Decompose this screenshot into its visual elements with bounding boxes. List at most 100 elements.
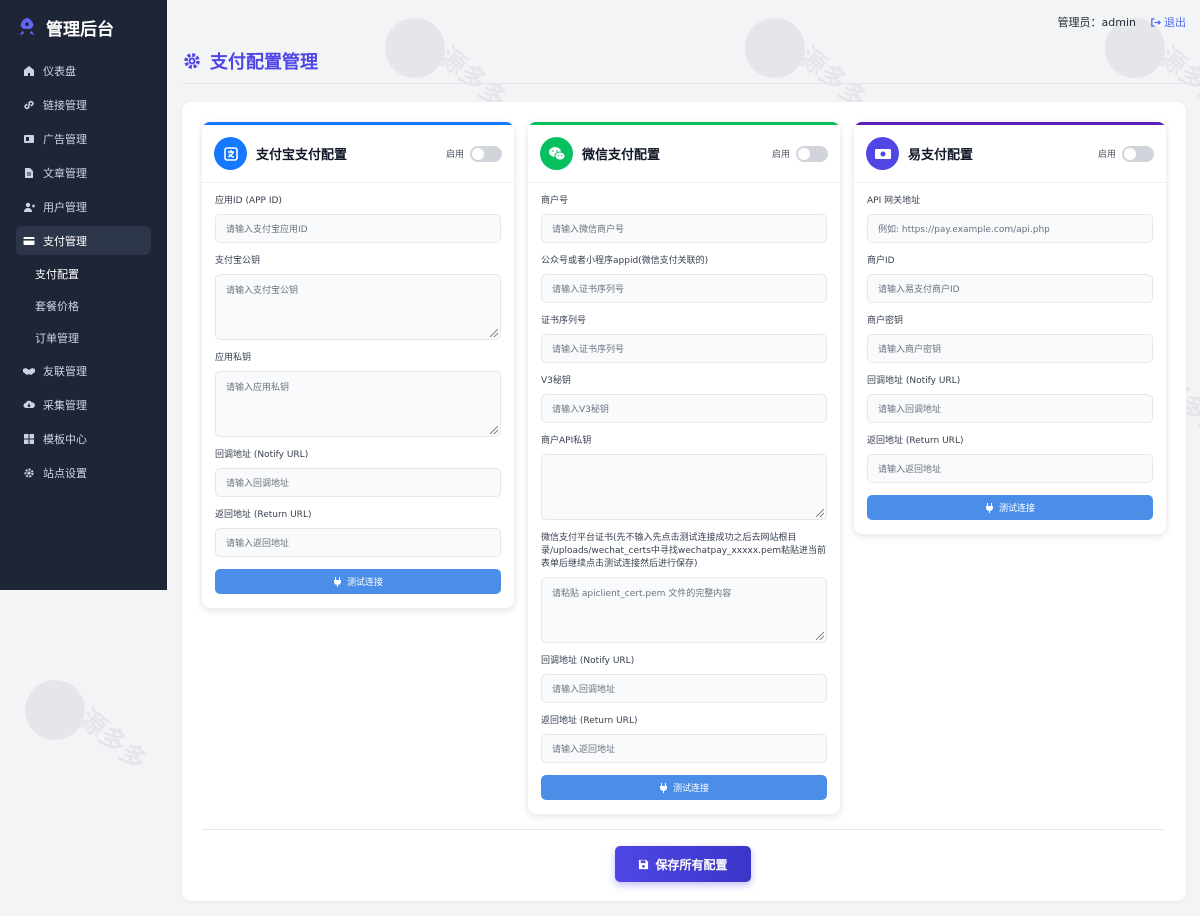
field-label: 微信支付平台证书(先不输入先点击测试连接成功之后去网站根目录/uploads/w… xyxy=(541,533,827,569)
sidebar-subitem-plan-price[interactable]: 套餐价格 xyxy=(0,290,167,322)
return-url-field: 返回地址 (Return URL) 请输入返回地址 xyxy=(541,715,827,763)
watermark: 源多多 xyxy=(25,680,205,790)
sidebar-item-label: 友联管理 xyxy=(43,365,87,378)
save-icon xyxy=(639,859,649,869)
sidebar-item-friendlinks[interactable]: 友联管理 xyxy=(0,354,167,388)
field-label: API 网关地址 xyxy=(867,196,921,206)
test-connection-button[interactable]: 测试连接 xyxy=(541,775,827,800)
placeholder-text: 请输入应用私钥 xyxy=(226,383,290,393)
sidebar-item-label: 采集管理 xyxy=(43,399,87,412)
merchant-id-field: 商户ID 请输入易支付商户ID xyxy=(867,255,1153,303)
field-label: V3秘钥 xyxy=(541,376,571,386)
resize-grip-icon[interactable] xyxy=(490,426,498,434)
return-url-field: 返回地址 (Return URL) 请输入返回地址 xyxy=(867,435,1153,483)
gateway-url-input[interactable]: 例如: https://pay.example.com/api.php xyxy=(867,214,1153,243)
notify-url-input[interactable]: 请输入回调地址 xyxy=(215,468,501,497)
sidebar-item-settings[interactable]: 站点设置 xyxy=(0,456,167,490)
card-header: 微信支付配置 启用 xyxy=(528,125,840,183)
divider xyxy=(202,829,1164,830)
alipay-icon xyxy=(214,137,247,170)
mch-id-input[interactable]: 请输入微信商户号 xyxy=(541,214,827,243)
platform-cert-textarea[interactable]: 请粘贴 apiclient_cert.pem 文件的完整内容 xyxy=(541,577,827,643)
sidebar-item-dashboard[interactable]: 仪表盘 xyxy=(0,54,167,88)
cert-serial-input[interactable]: 请输入证书序列号 xyxy=(541,334,827,363)
alipay-card: 支付宝支付配置 启用 应用ID (APP ID) 请输入支付宝应用ID 支付宝公… xyxy=(202,122,514,608)
placeholder-text: 请粘贴 apiclient_cert.pem 文件的完整内容 xyxy=(552,589,732,599)
sidebar-item-label: 广告管理 xyxy=(43,133,87,146)
return-url-input[interactable]: 请输入返回地址 xyxy=(215,528,501,557)
notify-url-input[interactable]: 请输入回调地址 xyxy=(541,674,827,703)
app-id-input[interactable]: 请输入支付宝应用ID xyxy=(215,214,501,243)
brand: 管理后台 xyxy=(0,0,167,54)
sidebar-subitem-orders[interactable]: 订单管理 xyxy=(0,322,167,354)
enable-toggle-group: 启用 xyxy=(772,145,828,162)
return-url-input[interactable]: 请输入返回地址 xyxy=(541,734,827,763)
logout-link[interactable]: 退出 xyxy=(1150,14,1186,30)
cert-serial-field: 证书序列号 请输入证书序列号 xyxy=(541,315,827,363)
button-label: 保存所有配置 xyxy=(655,857,728,872)
alipay-public-key-field: 支付宝公钥 请输入支付宝公钥 xyxy=(215,255,501,340)
file-icon xyxy=(23,167,35,179)
sidebar-item-users[interactable]: 用户管理 xyxy=(0,190,167,224)
appid-input[interactable]: 请输入证书序列号 xyxy=(541,274,827,303)
sidebar-nav: 仪表盘 链接管理 广告管理 文章管理 用户管理 支付管理 支付配置 套餐价格 订… xyxy=(0,54,167,490)
card-body: 应用ID (APP ID) 请输入支付宝应用ID 支付宝公钥 请输入支付宝公钥 … xyxy=(202,183,514,608)
enable-toggle-group: 启用 xyxy=(445,145,502,162)
notify-url-field: 回调地址 (Notify URL) 请输入回调地址 xyxy=(867,375,1153,423)
sidebar-item-links[interactable]: 链接管理 xyxy=(0,88,167,122)
sidebar-subitem-payment-config[interactable]: 支付配置 xyxy=(0,258,167,290)
wechat-card: 微信支付配置 启用 商户号 请输入微信商户号 公众号或者小程序appid(微信支… xyxy=(528,122,840,814)
app-private-key-textarea[interactable]: 请输入应用私钥 xyxy=(215,371,501,437)
users-icon xyxy=(23,201,35,213)
merchant-id-input[interactable]: 请输入易支付商户ID xyxy=(867,274,1153,303)
card-body: 商户号 请输入微信商户号 公众号或者小程序appid(微信支付关联的) 请输入证… xyxy=(528,183,840,814)
handshake-icon xyxy=(23,365,35,377)
sidebar-item-label: 仪表盘 xyxy=(43,65,76,78)
enable-toggle[interactable] xyxy=(1122,145,1154,162)
card-header: 支付宝支付配置 启用 xyxy=(202,125,514,183)
resize-grip-icon[interactable] xyxy=(816,632,824,640)
gear-icon xyxy=(23,467,35,479)
sidebar-item-label: 支付管理 xyxy=(43,234,87,248)
toggle-label: 启用 xyxy=(445,150,464,160)
return-url-field: 返回地址 (Return URL) 请输入返回地址 xyxy=(215,509,501,557)
field-label: 回调地址 (Notify URL) xyxy=(541,656,635,666)
field-label: 商户API私钥 xyxy=(541,436,592,446)
field-label: 商户密钥 xyxy=(867,316,904,326)
platform-cert-field: 微信支付平台证书(先不输入先点击测试连接成功之后去网站根目录/uploads/w… xyxy=(541,532,827,643)
card-title: 微信支付配置 xyxy=(582,148,661,163)
sidebar-item-collect[interactable]: 采集管理 xyxy=(0,388,167,422)
field-label: 返回地址 (Return URL) xyxy=(215,510,312,520)
test-connection-button[interactable]: 测试连接 xyxy=(215,569,501,594)
notify-url-field: 回调地址 (Notify URL) 请输入回调地址 xyxy=(541,655,827,703)
sidebar-item-payment[interactable]: 支付管理 xyxy=(16,226,151,255)
topbar: 管理员：admin 退出 xyxy=(1058,14,1186,30)
sidebar: 管理后台 仪表盘 链接管理 广告管理 文章管理 用户管理 支付管理 支付配置 套… xyxy=(0,0,167,590)
api-private-key-textarea[interactable] xyxy=(541,454,827,520)
field-label: 回调地址 (Notify URL) xyxy=(867,376,961,386)
appid-field: 公众号或者小程序appid(微信支付关联的) 请输入证书序列号 xyxy=(541,255,827,303)
sidebar-item-ads[interactable]: 广告管理 xyxy=(0,122,167,156)
enable-toggle[interactable] xyxy=(470,145,502,162)
brand-title: 管理后台 xyxy=(46,19,114,40)
notify-url-input[interactable]: 请输入回调地址 xyxy=(867,394,1153,423)
enable-toggle[interactable] xyxy=(796,145,828,162)
app-private-key-field: 应用私钥 请输入应用私钥 xyxy=(215,352,501,437)
return-url-input[interactable]: 请输入返回地址 xyxy=(867,454,1153,483)
admin-label: 管理员：admin xyxy=(1057,16,1136,29)
enable-toggle-group: 启用 xyxy=(1098,145,1154,162)
field-label: 应用私钥 xyxy=(215,353,252,363)
alipay-public-key-textarea[interactable]: 请输入支付宝公钥 xyxy=(215,274,501,340)
rocket-icon xyxy=(19,17,35,36)
merchant-key-input[interactable]: 请输入商户密钥 xyxy=(867,334,1153,363)
field-label: 返回地址 (Return URL) xyxy=(541,716,638,726)
field-label: 商户ID xyxy=(867,256,895,266)
sidebar-item-templates[interactable]: 模板中心 xyxy=(0,422,167,456)
sidebar-item-articles[interactable]: 文章管理 xyxy=(0,156,167,190)
save-all-button[interactable]: 保存所有配置 xyxy=(615,846,751,882)
v3-key-input[interactable]: 请输入V3秘钥 xyxy=(541,394,827,423)
resize-grip-icon[interactable] xyxy=(816,509,824,517)
page-title-text: 支付配置管理 xyxy=(210,52,318,73)
resize-grip-icon[interactable] xyxy=(490,329,498,337)
test-connection-button[interactable]: 测试连接 xyxy=(867,495,1153,520)
